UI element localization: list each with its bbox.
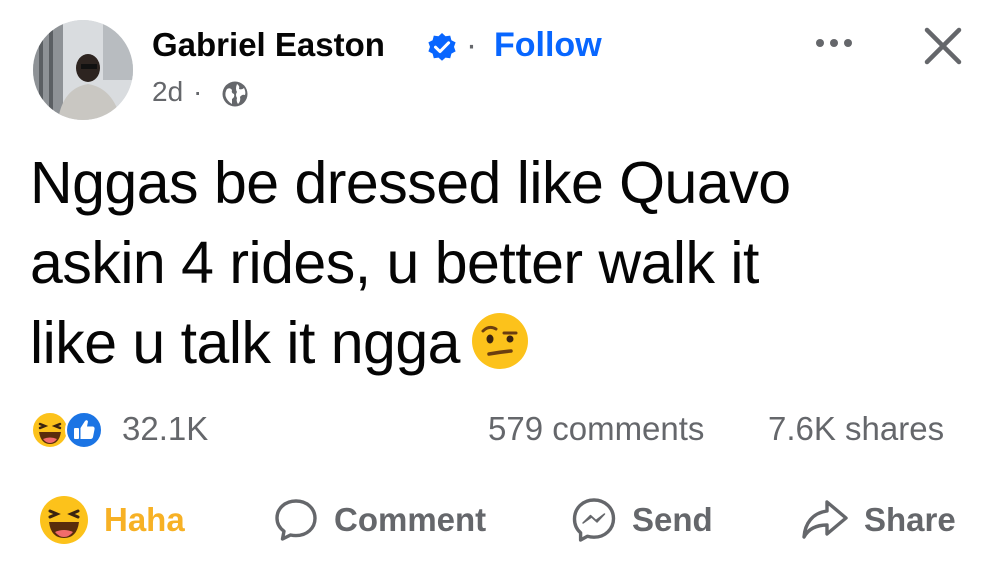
comment-label: Comment — [334, 501, 487, 538]
comment-icon — [275, 499, 317, 541]
post-text-line-last: like u talk it ngga — [30, 303, 980, 383]
follow-button[interactable]: Follow — [494, 26, 602, 65]
like-reaction-icon — [65, 411, 103, 449]
close-icon[interactable] — [921, 24, 965, 68]
verified-badge-icon — [428, 33, 456, 61]
send-label: Send — [632, 501, 713, 538]
messenger-icon — [572, 498, 616, 542]
header-separator: · — [466, 26, 477, 63]
author-name[interactable]: Gabriel Easton — [152, 26, 385, 64]
haha-icon — [40, 496, 88, 544]
post-body: Nggas be dressed like Quavo askin 4 ride… — [30, 143, 980, 383]
meta-separator: · — [193, 76, 203, 107]
reactions-count[interactable]: 32.1K — [122, 410, 208, 448]
raised-eyebrow-emoji-icon — [471, 313, 528, 370]
globe-icon — [222, 81, 248, 107]
shares-count[interactable]: 7.6K shares — [768, 410, 944, 448]
more-options-icon[interactable] — [810, 28, 858, 58]
comment-button[interactable]: Comment — [272, 494, 486, 546]
post-text-line: Nggas be dressed like Quavo — [30, 150, 791, 216]
haha-reaction-button[interactable]: Haha — [38, 494, 185, 546]
author-avatar[interactable] — [33, 20, 133, 120]
post-text-line: askin 4 rides, u better walk it — [30, 230, 759, 296]
share-label: Share — [864, 501, 956, 538]
share-button[interactable]: Share — [800, 494, 956, 546]
post-time[interactable]: 2d — [152, 76, 183, 108]
haha-label: Haha — [104, 501, 185, 538]
comments-count[interactable]: 579 comments — [488, 410, 704, 448]
send-button[interactable]: Send — [570, 494, 713, 546]
share-arrow-icon — [802, 500, 848, 539]
post-text-line: like u talk it ngga — [30, 310, 460, 376]
